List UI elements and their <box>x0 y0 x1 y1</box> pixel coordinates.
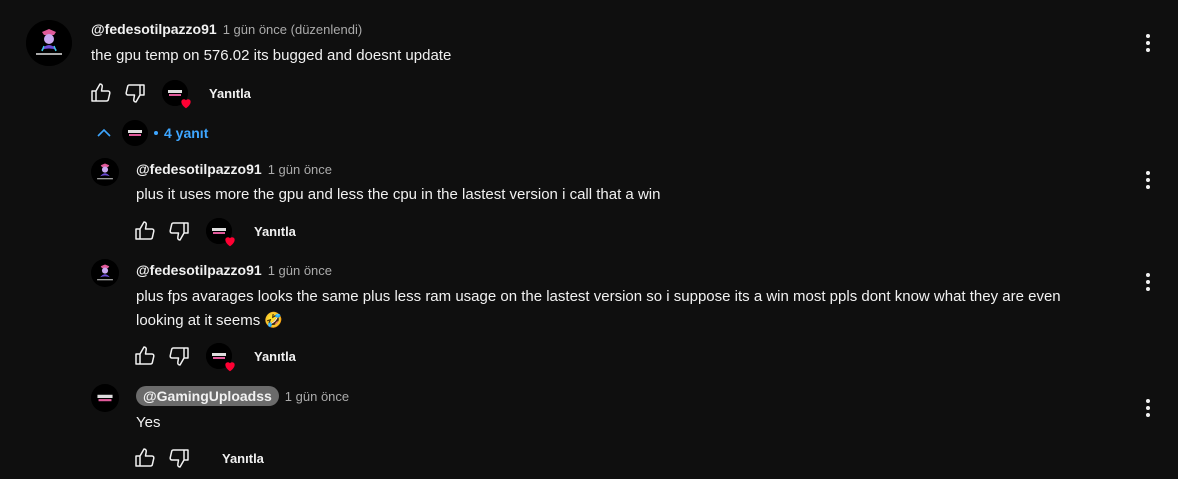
dislike-icon <box>125 84 145 103</box>
chevron-up-icon <box>97 128 111 137</box>
comment-text: Yes <box>136 414 161 431</box>
comment-time[interactable]: 1 gün önce <box>268 162 332 177</box>
separator-dot <box>154 131 158 135</box>
comment-text: the gpu temp on 576.02 its bugged and do… <box>91 47 452 64</box>
like-icon <box>135 346 155 365</box>
replier-avatar <box>122 120 148 146</box>
more-vert-icon <box>1146 34 1150 52</box>
dislike-button[interactable] <box>162 215 196 247</box>
author-avatar[interactable] <box>26 20 72 66</box>
replies-toggle[interactable]: 4 yanıt <box>92 120 208 146</box>
creator-heart <box>206 218 235 247</box>
dislike-icon <box>169 449 189 468</box>
like-icon <box>135 221 155 240</box>
author-avatar[interactable] <box>91 158 119 186</box>
like-button[interactable] <box>128 215 162 247</box>
comment-thread: @fedesotilpazzo91 1 gün önce (düzenlendi… <box>0 0 1178 479</box>
reply-button[interactable]: Yanıtla <box>254 349 296 364</box>
comment-menu-button[interactable] <box>1136 396 1160 420</box>
reply-button[interactable]: Yanıtla <box>209 86 251 101</box>
like-button[interactable] <box>128 442 162 474</box>
reply-button[interactable]: Yanıtla <box>254 224 296 239</box>
author-avatar[interactable] <box>91 384 119 412</box>
comment-time[interactable]: 1 gün önce (düzenlendi) <box>223 22 363 37</box>
reply-button[interactable]: Yanıtla <box>222 451 264 466</box>
comment-time[interactable]: 1 gün önce <box>285 389 349 404</box>
dislike-button[interactable] <box>162 340 196 372</box>
creator-heart <box>162 80 191 109</box>
reply-count[interactable]: 4 yanıt <box>164 125 208 141</box>
dislike-button[interactable] <box>162 442 196 474</box>
comment-time[interactable]: 1 gün önce <box>268 263 332 278</box>
comment-author[interactable]: @fedesotilpazzo91 <box>136 262 262 278</box>
comment-menu-button[interactable] <box>1136 31 1160 55</box>
dislike-icon <box>169 347 189 366</box>
comment-menu-button[interactable] <box>1136 168 1160 192</box>
like-button[interactable] <box>84 77 118 109</box>
like-icon <box>91 83 111 102</box>
like-icon <box>135 448 155 467</box>
more-vert-icon <box>1146 273 1150 291</box>
dislike-button[interactable] <box>118 77 152 109</box>
author-avatar[interactable] <box>91 259 119 287</box>
heart-icon <box>181 99 191 109</box>
heart-icon <box>225 237 235 247</box>
heart-icon <box>225 362 235 372</box>
creator-heart <box>206 343 235 372</box>
comment-text: plus it uses more the gpu and less the c… <box>136 186 661 203</box>
comment-author-chip[interactable]: @GamingUploadss <box>136 386 279 406</box>
more-vert-icon <box>1146 171 1150 189</box>
comment-author[interactable]: @fedesotilpazzo91 <box>136 161 262 177</box>
comment-text-line-2: looking at it seems 🤣 <box>136 312 284 329</box>
comment-author[interactable]: @fedesotilpazzo91 <box>91 21 217 37</box>
dislike-icon <box>169 222 189 241</box>
more-vert-icon <box>1146 399 1150 417</box>
comment-text-line-1: plus fps avarages looks the same plus le… <box>136 288 1061 305</box>
like-button[interactable] <box>128 340 162 372</box>
comment-menu-button[interactable] <box>1136 270 1160 294</box>
